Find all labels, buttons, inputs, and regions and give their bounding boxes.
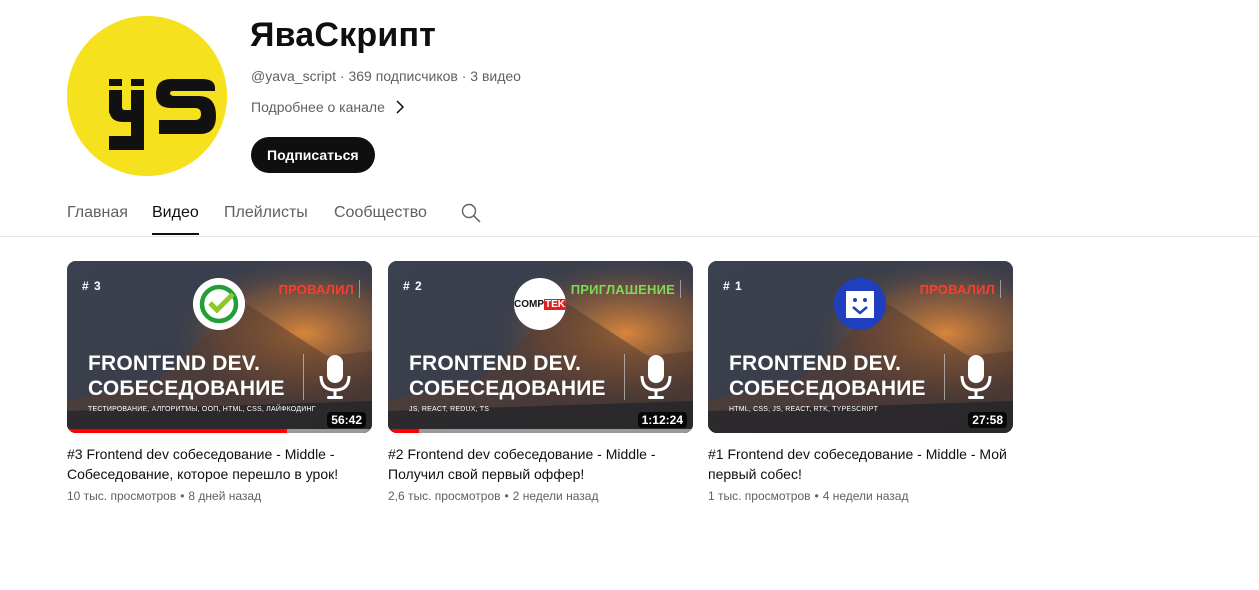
episode-label: # 1 — [723, 279, 743, 293]
duration-badge: 1:12:24 — [637, 412, 687, 428]
video-count: 3 видео — [470, 68, 521, 84]
status-label: ПРОВАЛИЛ — [278, 282, 354, 297]
upload-age: 4 недели назад — [822, 489, 909, 503]
thumbnail-divider — [944, 354, 945, 400]
video-title[interactable]: #3 Frontend dev собеседование - Middle -… — [67, 444, 367, 484]
channel-tabs: Главная Видео Плейлисты Сообщество — [0, 190, 1259, 237]
video-title[interactable]: #2 Frontend dev собеседование - Middle -… — [388, 444, 688, 484]
watch-progress-fill — [67, 429, 287, 433]
watch-progress-bar — [388, 429, 693, 433]
thumbnail-tags: ТЕСТИРОВАНИЕ, АЛГОРИТМЫ, ООП, HTML, CSS,… — [88, 406, 316, 413]
thumbnail-tags: HTML, CSS, JS, REACT, RTK, TYPESCRIPT — [729, 406, 879, 413]
channel-avatar[interactable] — [67, 16, 227, 176]
headline-line-1: FRONTEND DEV. — [88, 352, 261, 375]
search-icon[interactable] — [461, 203, 481, 223]
video-title[interactable]: #1 Frontend dev собеседование - Middle -… — [708, 444, 1008, 484]
channel-handle: @yava_script — [251, 68, 337, 84]
microphone-icon — [319, 355, 351, 399]
video-meta: 2,6 тыс. просмотров • 2 недели назад — [388, 489, 693, 503]
status-divider — [1000, 280, 1001, 298]
meta-separator: · — [461, 68, 467, 84]
duration-badge: 27:58 — [968, 412, 1007, 428]
episode-label: # 3 — [82, 279, 102, 293]
video-thumbnail[interactable]: # 2 COMP TEK ПРИГЛАШЕНИЕ FRONTEND DEV. СО… — [388, 261, 693, 433]
tab-videos[interactable]: Видео — [152, 204, 199, 235]
headline-line-2: СОБЕСЕДОВАНИЕ — [729, 377, 926, 400]
thumbnail-headline: FRONTEND DEV. СОБЕСЕДОВАНИЕ — [88, 351, 285, 401]
video-card[interactable]: # 2 COMP TEK ПРИГЛАШЕНИЕ FRONTEND DEV. СО… — [388, 261, 693, 503]
meta-separator: · — [339, 68, 345, 84]
thumbnail-divider — [624, 354, 625, 400]
status-divider — [680, 280, 681, 298]
video-card[interactable]: # 1 ПРОВАЛИЛ FRONTEND DEV. СОБЕСЕДОВАНИЕ… — [708, 261, 1013, 503]
subscribe-button[interactable]: Подписаться — [251, 137, 375, 173]
video-thumbnail[interactable]: # 1 ПРОВАЛИЛ FRONTEND DEV. СОБЕСЕДОВАНИЕ… — [708, 261, 1013, 433]
headline-line-1: FRONTEND DEV. — [729, 352, 902, 375]
upload-age: 8 дней назад — [188, 489, 262, 503]
duration-badge: 56:42 — [327, 412, 366, 428]
headline-line-2: СОБЕСЕДОВАНИЕ — [88, 377, 285, 400]
channel-about-label: Подробнее о канале — [251, 99, 385, 115]
headline-line-2: СОБЕСЕДОВАНИЕ — [409, 377, 606, 400]
view-count: 1 тыс. просмотров — [708, 489, 811, 503]
thumbnail-headline: FRONTEND DEV. СОБЕСЕДОВАНИЕ — [729, 351, 926, 401]
watch-progress-bar — [67, 429, 372, 433]
video-card[interactable]: # 3 ПРОВАЛИЛ FRONTEND DEV. СОБЕСЕДОВАНИЕ… — [67, 261, 372, 503]
thumbnail-tags: JS, REACT, REDUX, TS — [409, 406, 490, 413]
meta-dot: • — [814, 489, 819, 503]
meta-dot: • — [504, 489, 509, 503]
microphone-icon — [640, 355, 672, 399]
company-text-2: TEK — [544, 298, 566, 310]
upload-age: 2 недели назад — [512, 489, 599, 503]
watch-progress-fill — [388, 429, 419, 433]
thumbnail-divider — [303, 354, 304, 400]
status-divider — [359, 280, 360, 298]
video-thumbnail[interactable]: # 3 ПРОВАЛИЛ FRONTEND DEV. СОБЕСЕДОВАНИЕ… — [67, 261, 372, 433]
ys-logo — [67, 16, 227, 176]
comptek-logo: COMP TEK — [514, 278, 566, 330]
view-count: 2,6 тыс. просмотров — [388, 489, 501, 503]
channel-meta: @yava_script · 369 подписчиков · 3 видео — [251, 68, 521, 84]
status-label: ПРИГЛАШЕНИЕ — [570, 282, 675, 297]
sber-icon — [193, 278, 245, 330]
view-count: 10 тыс. просмотров — [67, 489, 177, 503]
tab-playlists[interactable]: Плейлисты — [224, 204, 308, 235]
tab-home[interactable]: Главная — [67, 204, 128, 235]
episode-label: # 2 — [403, 279, 423, 293]
video-meta: 10 тыс. просмотров • 8 дней назад — [67, 489, 372, 503]
chevron-right-icon — [396, 100, 404, 114]
meta-dot: • — [180, 489, 185, 503]
company-text-1: COMP — [514, 298, 544, 310]
microphone-icon — [960, 355, 992, 399]
channel-name: ЯваСкрипт — [250, 16, 437, 54]
status-label: ПРОВАЛИЛ — [919, 282, 995, 297]
channel-about-link[interactable]: Подробнее о канале — [251, 99, 407, 115]
chat-check-icon — [834, 278, 886, 330]
subscriber-count: 369 подписчиков — [348, 68, 458, 84]
tab-community[interactable]: Сообщество — [334, 204, 427, 235]
headline-line-1: FRONTEND DEV. — [409, 352, 582, 375]
thumbnail-headline: FRONTEND DEV. СОБЕСЕДОВАНИЕ — [409, 351, 606, 401]
video-meta: 1 тыс. просмотров • 4 недели назад — [708, 489, 1013, 503]
